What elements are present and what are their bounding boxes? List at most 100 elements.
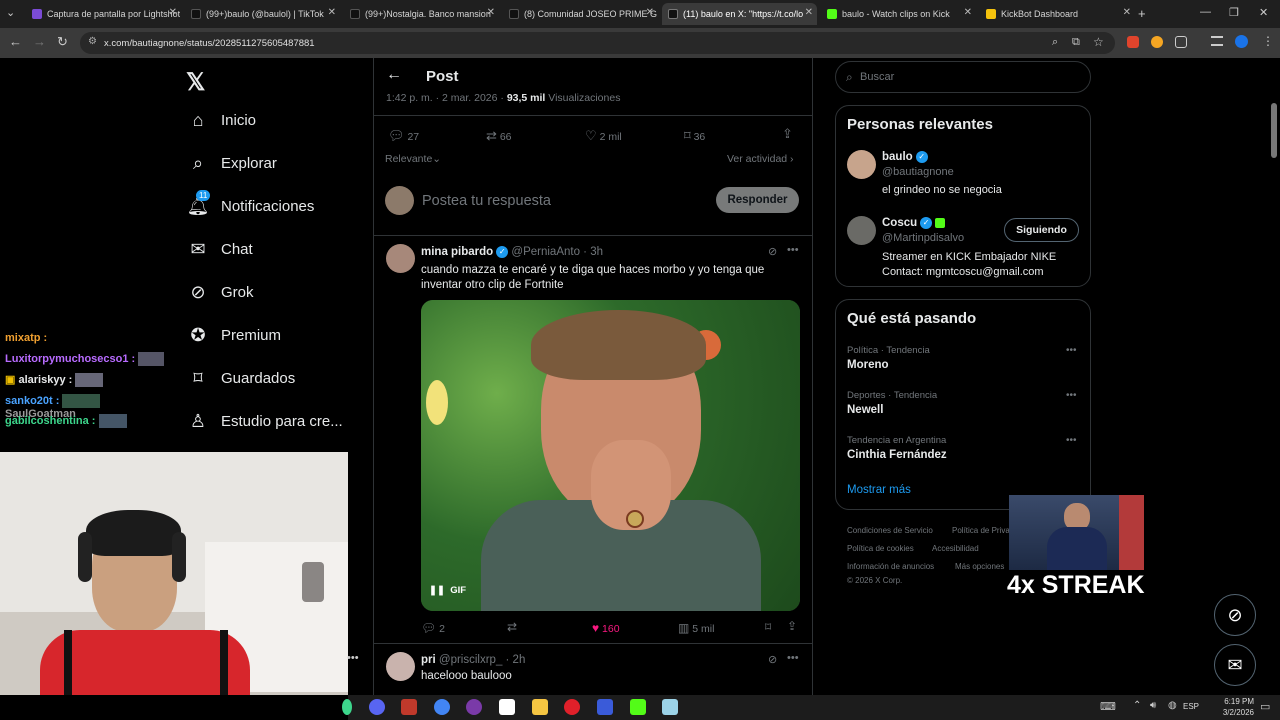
close-icon[interactable]: ✕ xyxy=(328,7,336,18)
back-icon[interactable]: ← xyxy=(9,34,22,49)
avatar[interactable] xyxy=(847,150,876,179)
following-button[interactable]: Siguiendo xyxy=(1004,218,1079,242)
sidebar-item-grok[interactable]: ⊘ Grok xyxy=(186,282,253,303)
footer-link[interactable]: Política de cookies xyxy=(847,544,914,553)
install-app-icon[interactable]: ⧉ xyxy=(1072,36,1080,49)
footer-link[interactable]: Accesibilidad xyxy=(932,544,979,553)
person-handle[interactable]: @bautiagnone xyxy=(882,166,954,178)
pause-icon[interactable]: ❚❚ xyxy=(429,585,445,596)
new-tab-icon[interactable]: + xyxy=(1138,6,1146,21)
sidebar-item-inicio[interactable]: ⌂ Inicio xyxy=(186,110,256,131)
more-icon[interactable]: ••• xyxy=(1066,435,1077,446)
browser-tab[interactable]: (99+)Nostalgia. Banco mansion ✕ xyxy=(344,3,499,25)
bookmark-star-icon[interactable]: ☆ xyxy=(1093,35,1104,49)
trend-topic[interactable]: Newell xyxy=(847,404,883,416)
tab-search-icon[interactable] xyxy=(1211,36,1223,46)
avatar[interactable] xyxy=(386,652,415,681)
author-name[interactable]: mina pibardo xyxy=(421,246,493,258)
chrome-icon[interactable] xyxy=(434,699,450,715)
close-icon[interactable]: ✕ xyxy=(805,7,813,18)
messages-float-button[interactable]: ✉ xyxy=(1214,644,1256,686)
person-handle[interactable]: @Martinpdisalvo xyxy=(882,232,964,244)
browser-tab[interactable]: Captura de pantalla por Lightshot ✕ xyxy=(26,3,181,25)
keyboard-icon[interactable]: ⌨ xyxy=(1100,700,1116,713)
zoom-icon[interactable]: ⌕ xyxy=(1052,36,1058,49)
sidebar-item-estudio[interactable]: ♙ Estudio para cre... xyxy=(186,411,343,432)
browser-tab-active[interactable]: (11) baulo en X: "https://t.co/lo ✕ xyxy=(662,3,817,25)
close-icon[interactable]: ✕ xyxy=(487,7,495,18)
close-icon[interactable]: ✕ xyxy=(964,7,972,18)
site-info-icon[interactable]: ⚙ xyxy=(88,36,97,47)
author-handle[interactable]: @priscilxrp_ · 2h xyxy=(439,654,525,666)
gif-media[interactable]: ❚❚ GIF xyxy=(421,300,800,611)
show-more-link[interactable]: Mostrar más xyxy=(847,484,911,496)
person-name-row[interactable]: Coscu ✓ xyxy=(882,217,946,229)
share-icon[interactable]: ⇪ xyxy=(787,619,797,633)
grok-icon[interactable]: ⊘ xyxy=(768,653,777,666)
app-icon[interactable] xyxy=(401,699,417,715)
kick-icon[interactable] xyxy=(630,699,646,715)
repost-icon[interactable]: ⇄ xyxy=(507,620,517,634)
chevron-up-icon[interactable]: ⌃ xyxy=(1133,700,1141,711)
profile-avatar[interactable] xyxy=(1235,35,1248,48)
network-icon[interactable]: ◍ xyxy=(1168,700,1177,711)
clock[interactable]: 6:19 PM 3/2/2026 xyxy=(1208,696,1254,718)
author-handle[interactable]: @PerniaAnto · 3h xyxy=(511,246,603,258)
opera-icon[interactable] xyxy=(564,699,580,715)
tab-search-icon[interactable]: ⌄ xyxy=(6,6,15,19)
close-icon[interactable]: ✕ xyxy=(1123,7,1131,18)
reply-action[interactable]: 💬︎ 27 xyxy=(388,128,419,144)
volume-icon[interactable]: 🔊︎ xyxy=(1150,700,1156,711)
grok-icon[interactable]: ⊘ xyxy=(768,245,777,258)
discord-icon[interactable] xyxy=(369,699,385,715)
share-icon[interactable]: ⇪ xyxy=(782,126,793,142)
app-icon[interactable] xyxy=(662,699,678,715)
reply-input[interactable]: Postea tu respuesta xyxy=(422,193,551,209)
app-icon[interactable] xyxy=(499,699,515,715)
scrollbar-thumb[interactable] xyxy=(1271,103,1277,158)
browser-tab[interactable]: (8) Comunidad JOSEO PRIME G ✕ xyxy=(503,3,658,25)
notification-center-icon[interactable]: ▭ xyxy=(1260,700,1270,713)
more-icon[interactable]: ••• xyxy=(347,652,359,664)
x-logo-icon[interactable]: 𝕏 xyxy=(186,68,205,97)
more-icon[interactable]: ••• xyxy=(1066,345,1077,356)
app-icon[interactable] xyxy=(597,699,613,715)
app-icon[interactable] xyxy=(342,699,352,715)
search-input[interactable]: ⌕ Buscar xyxy=(835,61,1091,93)
bookmark-action[interactable]: ⌑ 36 xyxy=(684,128,705,144)
reply-action[interactable]: 💬︎ 2 xyxy=(421,621,445,635)
avatar[interactable] xyxy=(847,216,876,245)
grok-float-button[interactable]: ⊘ xyxy=(1214,594,1256,636)
sidebar-item-explorar[interactable]: ⌕ Explorar xyxy=(186,153,277,174)
more-icon[interactable]: ••• xyxy=(787,244,799,256)
sidebar-item-premium[interactable]: ✪ Premium xyxy=(186,325,281,346)
more-icon[interactable]: ••• xyxy=(1066,390,1077,401)
view-activity-link[interactable]: Ver actividad › xyxy=(727,153,794,165)
bookmark-icon[interactable]: ⌑ xyxy=(765,620,771,634)
browser-tab[interactable]: KickBot Dashboard ✕ xyxy=(980,3,1135,25)
like-action[interactable]: ♥ 160 xyxy=(592,621,620,635)
reload-icon[interactable]: ↻ xyxy=(57,34,68,50)
extension-icon[interactable] xyxy=(1151,36,1163,48)
extensions-puzzle-icon[interactable] xyxy=(1175,36,1187,48)
close-icon[interactable]: ✕ xyxy=(169,7,177,18)
avatar[interactable] xyxy=(386,244,415,273)
footer-link[interactable]: Más opciones xyxy=(955,562,1004,571)
avatar[interactable] xyxy=(385,186,414,215)
sidebar-item-chat[interactable]: ✉ Chat xyxy=(186,239,252,260)
footer-link[interactable]: Política de Priva xyxy=(952,526,1010,535)
sidebar-item-guardados[interactable]: ⌑ Guardados xyxy=(186,368,295,389)
author-name[interactable]: pri xyxy=(421,654,436,666)
browser-tab[interactable]: (99+)baulo (@baulol) | TikTok ✕ xyxy=(185,3,340,25)
person-name-row[interactable]: baulo ✓ xyxy=(882,151,928,163)
footer-link[interactable]: Información de anuncios xyxy=(847,562,934,571)
trend-topic[interactable]: Cinthia Fernández xyxy=(847,449,947,461)
sidebar-item-notificaciones[interactable]: 🔔︎ 11 Notificaciones xyxy=(186,190,314,217)
more-icon[interactable]: ••• xyxy=(787,652,799,664)
reply-button[interactable]: Responder xyxy=(716,187,799,213)
trend-topic[interactable]: Moreno xyxy=(847,359,889,371)
views-action[interactable]: ▥ 5 mil xyxy=(678,621,714,635)
sort-dropdown[interactable]: Relevante⌄ xyxy=(385,153,441,165)
forward-icon[interactable]: → xyxy=(33,34,46,49)
browser-tab[interactable]: baulo - Watch clips on Kick ✕ xyxy=(821,3,976,25)
